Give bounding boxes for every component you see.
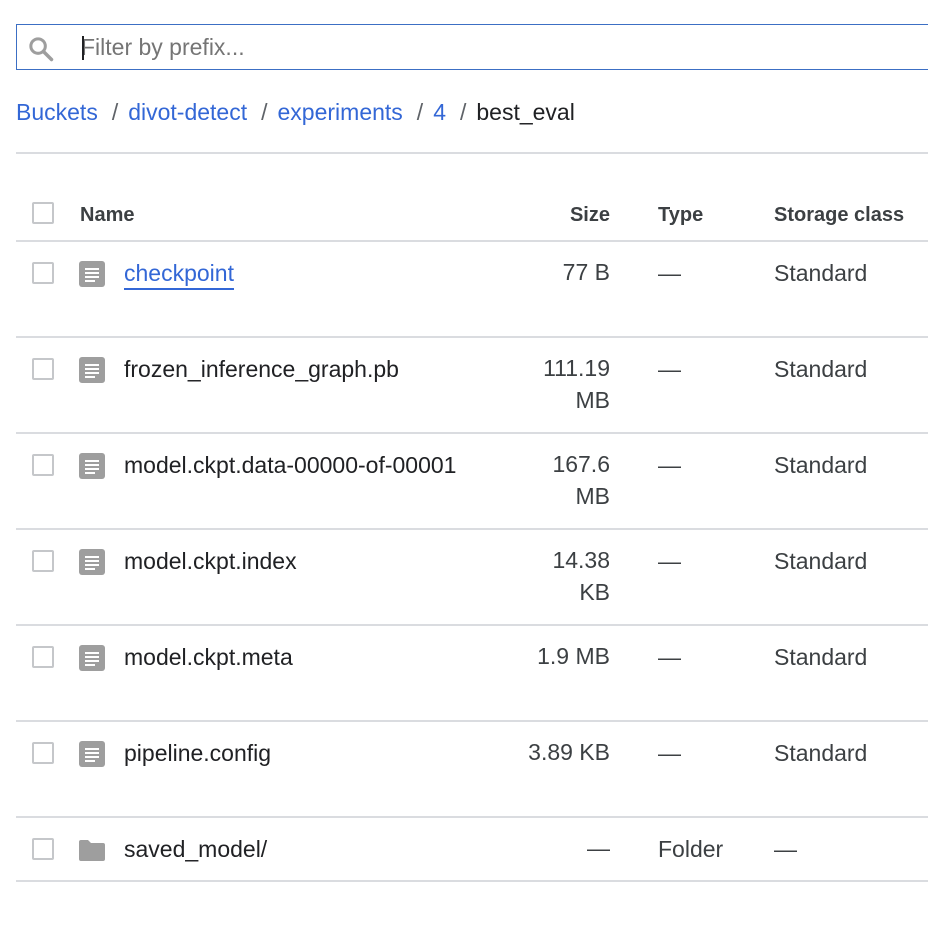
object-storage-class: Standard [774,452,868,478]
select-all-checkbox[interactable] [32,202,54,224]
table-row[interactable]: saved_model/ — Folder — [16,818,928,882]
search-icon [29,37,54,62]
object-size-value: 14.38 [552,547,610,573]
file-icon [78,548,106,576]
object-storage-class: Standard [774,548,868,574]
row-checkbox[interactable] [32,838,54,860]
file-icon [78,260,106,288]
breadcrumb-separator: / [111,98,119,125]
object-size-unit: KB [579,579,610,605]
table-body: checkpoint 77 B — Standard frozen_inference_… [16,242,928,882]
object-size-value: — [587,835,610,861]
object-name[interactable]: pipeline.config [124,740,271,767]
breadcrumb-link-run[interactable]: 4 [433,99,446,126]
breadcrumb-link-buckets[interactable]: Buckets [16,99,98,126]
object-type: Folder [658,836,724,862]
object-name[interactable]: saved_model/ [124,836,267,863]
breadcrumb: Buckets / divot-detect / experiments / 4… [16,96,575,128]
object-name[interactable]: model.ckpt.meta [124,644,293,671]
breadcrumb-separator: / [261,98,268,125]
filter-input[interactable] [67,25,921,69]
filter-bar [16,24,928,70]
object-storage-class: Standard [774,644,868,670]
row-checkbox[interactable] [32,262,54,284]
breadcrumb-separator: / [416,98,424,125]
row-checkbox[interactable] [32,454,54,476]
column-header-type[interactable]: Type [658,204,703,227]
object-storage-class: Standard [774,356,868,382]
object-size-unit: MB [575,483,611,509]
object-size: 1.9 MB [490,640,610,672]
object-size-value: 3.89 KB [528,739,610,765]
object-size: 77 B [490,256,610,288]
file-icon [78,452,106,480]
object-storage-class: Standard [774,260,868,286]
object-type: — [658,548,681,574]
object-size: 167.6 MB [490,448,610,512]
divider [16,152,928,154]
table-row[interactable]: checkpoint 77 B — Standard [16,242,928,338]
object-size-value: 167.6 [552,451,610,477]
file-icon [78,356,106,384]
object-name[interactable]: frozen_inference_graph.pb [124,356,399,383]
column-header-name[interactable]: Name [80,204,134,227]
object-size-value: 1.9 MB [537,643,610,669]
object-size-unit: MB [575,387,611,413]
object-storage-class: Standard [774,740,868,766]
breadcrumb-link-bucket[interactable]: divot-detect [128,99,247,126]
object-size-value: 77 B [562,259,610,285]
row-checkbox[interactable] [32,358,54,380]
object-size: 3.89 KB [490,736,610,768]
object-type: — [658,356,681,382]
table-row[interactable]: pipeline.config 3.89 KB — Standard [16,722,928,818]
table-header: Name Size Type Storage class [16,186,928,242]
object-type: — [658,644,681,670]
row-checkbox[interactable] [32,550,54,572]
row-checkbox[interactable] [32,646,54,668]
object-name[interactable]: model.ckpt.data-00000-of-00001 [124,452,456,479]
object-type: — [658,452,681,478]
object-name[interactable]: model.ckpt.index [124,548,297,575]
object-type: — [658,260,681,286]
file-icon [78,644,106,672]
table-row[interactable]: model.ckpt.meta 1.9 MB — Standard [16,626,928,722]
object-size: 111.19 MB [490,352,610,416]
objects-table: Name Size Type Storage class checkpoint 7… [16,186,928,882]
table-row[interactable]: frozen_inference_graph.pb 111.19 MB — Standa… [16,338,928,434]
object-storage-class: — [774,836,797,862]
breadcrumb-link-experiments[interactable]: experiments [278,99,403,126]
object-size-value: 111.19 [543,355,610,381]
file-icon [78,740,106,768]
object-type: — [658,740,681,766]
object-name[interactable]: checkpoint [124,260,234,290]
column-header-size[interactable]: Size [570,204,610,227]
table-row[interactable]: model.ckpt.index 14.38 KB — Standard [16,530,928,626]
breadcrumb-separator: / [459,98,467,125]
object-size: 14.38 KB [490,544,610,608]
table-row[interactable]: model.ckpt.data-00000-of-00001 167.6 MB — St… [16,434,928,530]
text-cursor [82,36,84,60]
breadcrumb-current: best_eval [476,98,575,125]
row-checkbox[interactable] [32,742,54,764]
object-size: — [490,832,610,864]
column-header-storage-class[interactable]: Storage class [774,204,904,227]
folder-icon [78,836,106,864]
